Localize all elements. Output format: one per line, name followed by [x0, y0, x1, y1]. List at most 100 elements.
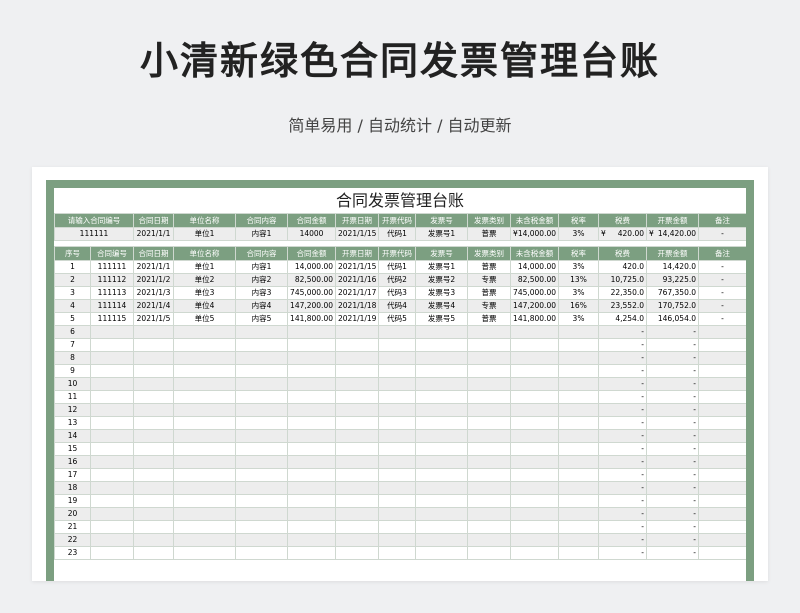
table-cell[interactable]: -	[646, 377, 699, 391]
table-cell[interactable]: -	[646, 520, 699, 534]
table-cell[interactable]	[335, 481, 379, 495]
table-cell[interactable]	[287, 520, 336, 534]
table-cell[interactable]	[698, 416, 746, 430]
table-cell[interactable]	[467, 429, 511, 443]
table-cell[interactable]	[90, 377, 134, 391]
table-cell[interactable]	[287, 442, 336, 456]
table-cell[interactable]: 147,200.00	[510, 299, 559, 313]
table-cell[interactable]	[173, 507, 236, 521]
table-cell[interactable]: -	[598, 442, 647, 456]
table-cell[interactable]	[698, 507, 746, 521]
table-cell[interactable]	[287, 390, 336, 404]
table-cell[interactable]	[335, 533, 379, 547]
table-cell[interactable]	[698, 377, 746, 391]
table-cell[interactable]: 9	[54, 364, 91, 378]
table-cell[interactable]: -	[598, 481, 647, 495]
table-cell[interactable]	[133, 429, 174, 443]
table-cell[interactable]: 单位2	[173, 273, 236, 287]
table-cell[interactable]: -	[646, 351, 699, 365]
table-cell[interactable]	[235, 338, 288, 352]
table-cell[interactable]	[378, 416, 416, 430]
table-cell[interactable]: 420.0	[598, 260, 647, 274]
table-cell[interactable]	[558, 455, 599, 469]
table-cell[interactable]: 单位5	[173, 312, 236, 326]
table-cell[interactable]: -	[646, 533, 699, 547]
table-cell[interactable]	[378, 494, 416, 508]
table-cell[interactable]	[133, 481, 174, 495]
table-cell[interactable]: 发票号2	[415, 273, 468, 287]
table-cell[interactable]	[173, 325, 236, 339]
table-cell[interactable]: 82,500.00	[287, 273, 336, 287]
table-cell[interactable]	[235, 351, 288, 365]
table-cell[interactable]	[467, 494, 511, 508]
table-cell[interactable]	[378, 442, 416, 456]
table-cell[interactable]: 发票号5	[415, 312, 468, 326]
table-cell[interactable]	[90, 520, 134, 534]
table-cell[interactable]	[287, 429, 336, 443]
table-cell[interactable]	[698, 403, 746, 417]
table-cell[interactable]	[467, 325, 511, 339]
table-cell[interactable]	[558, 403, 599, 417]
table-cell[interactable]	[90, 546, 134, 560]
table-cell[interactable]	[287, 403, 336, 417]
table-cell[interactable]: 内容2	[235, 273, 288, 287]
table-cell[interactable]	[133, 494, 174, 508]
table-cell[interactable]	[510, 442, 559, 456]
table-cell[interactable]	[510, 390, 559, 404]
table-cell[interactable]	[235, 546, 288, 560]
table-cell[interactable]	[510, 403, 559, 417]
table-cell[interactable]: 2021/1/4	[133, 299, 174, 313]
table-cell[interactable]	[173, 416, 236, 430]
table-cell[interactable]	[378, 325, 416, 339]
table-cell[interactable]: -	[646, 403, 699, 417]
table-cell[interactable]	[133, 416, 174, 430]
table-cell[interactable]	[558, 546, 599, 560]
table-cell[interactable]	[510, 325, 559, 339]
table-cell[interactable]	[287, 546, 336, 560]
table-cell[interactable]: -	[598, 403, 647, 417]
table-cell[interactable]	[510, 429, 559, 443]
table-cell[interactable]: 22,350.0	[598, 286, 647, 300]
table-cell[interactable]	[287, 351, 336, 365]
table-cell[interactable]: 147,200.00	[287, 299, 336, 313]
table-cell[interactable]	[378, 403, 416, 417]
table-cell[interactable]	[133, 403, 174, 417]
table-cell[interactable]: 23,552.0	[598, 299, 647, 313]
table-cell[interactable]	[415, 377, 468, 391]
table-cell[interactable]	[173, 468, 236, 482]
table-cell[interactable]: 14,000.00	[287, 260, 336, 274]
table-cell[interactable]	[133, 377, 174, 391]
table-cell[interactable]: 23	[54, 546, 91, 560]
table-cell[interactable]	[558, 507, 599, 521]
table-cell[interactable]	[415, 442, 468, 456]
table-cell[interactable]	[467, 416, 511, 430]
table-cell[interactable]	[510, 364, 559, 378]
table-cell[interactable]: 141,800.00	[510, 312, 559, 326]
table-cell[interactable]	[90, 533, 134, 547]
table-cell[interactable]: -	[598, 351, 647, 365]
table-cell[interactable]	[698, 520, 746, 534]
table-cell[interactable]	[698, 533, 746, 547]
table-cell[interactable]: 单位1	[173, 260, 236, 274]
table-cell[interactable]	[415, 364, 468, 378]
table-cell[interactable]	[133, 364, 174, 378]
table-cell[interactable]: 7	[54, 338, 91, 352]
table-cell[interactable]: 1	[54, 260, 91, 274]
table-cell[interactable]	[558, 390, 599, 404]
table-cell[interactable]: 15	[54, 442, 91, 456]
table-cell[interactable]	[415, 338, 468, 352]
table-cell[interactable]	[510, 507, 559, 521]
table-cell[interactable]: 8	[54, 351, 91, 365]
table-cell[interactable]	[173, 520, 236, 534]
table-cell[interactable]	[378, 455, 416, 469]
table-cell[interactable]: 21	[54, 520, 91, 534]
table-cell[interactable]	[287, 416, 336, 430]
table-cell[interactable]: 170,752.0	[646, 299, 699, 313]
table-cell[interactable]	[415, 429, 468, 443]
table-cell[interactable]	[378, 546, 416, 560]
table-cell[interactable]	[467, 481, 511, 495]
table-cell[interactable]	[415, 546, 468, 560]
table-cell[interactable]: -	[598, 546, 647, 560]
table-cell[interactable]: 2	[54, 273, 91, 287]
table-cell[interactable]	[173, 455, 236, 469]
